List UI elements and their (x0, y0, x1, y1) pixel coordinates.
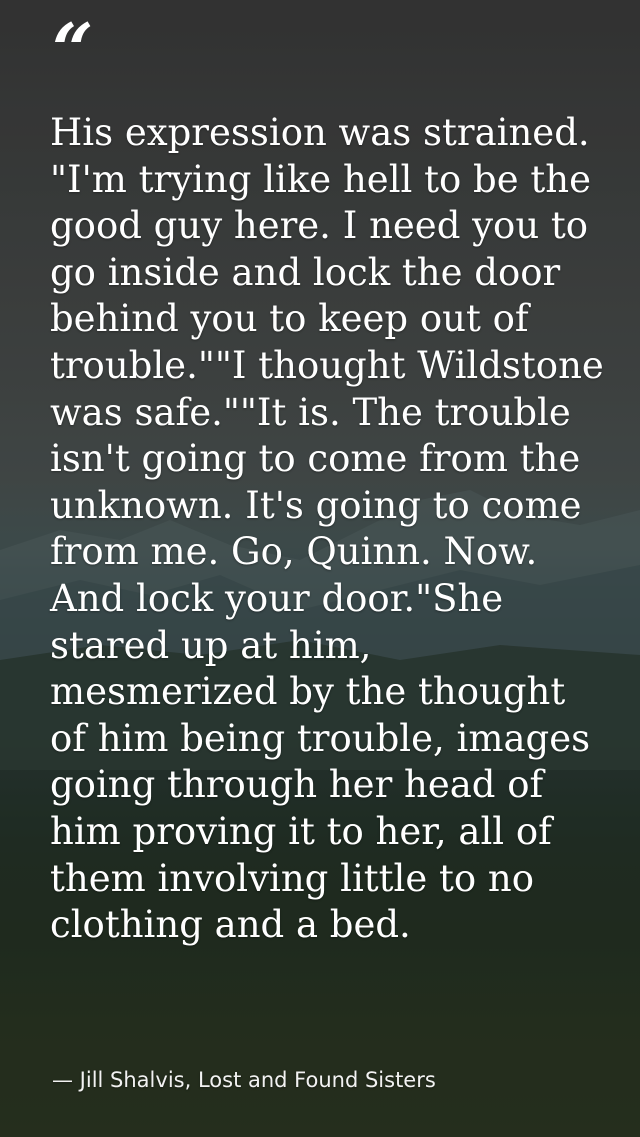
open-quote-icon: “ (52, 7, 94, 92)
quote-text: His expression was strained. "I'm trying… (50, 111, 604, 947)
quote-attribution: — Jill Shalvis, Lost and Found Sisters (52, 1068, 436, 1092)
